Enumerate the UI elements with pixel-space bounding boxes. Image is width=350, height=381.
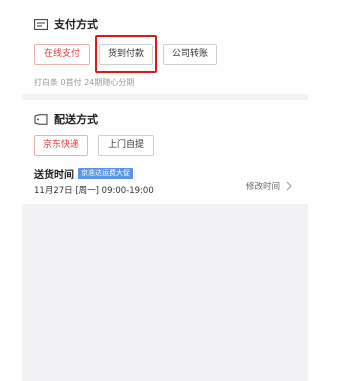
delivery-time-heading: 送货时间 京准达运费大促	[34, 166, 133, 181]
ship-option-jd-express[interactable]: 京东快递	[34, 135, 88, 156]
chevron-right-icon	[286, 181, 292, 191]
pay-option-company-transfer[interactable]: 公司转账	[163, 44, 217, 65]
payment-section-title: 支付方式	[34, 16, 98, 32]
pay-option-online[interactable]: 在线支付	[34, 44, 90, 65]
pay-option-cod[interactable]: 货到付款	[99, 44, 153, 65]
modify-time-link[interactable]: 修改时间	[246, 180, 292, 192]
delivery-time-value: 11月27日 [周一] 09:00-19:00	[34, 186, 154, 196]
delivery-time-label: 送货时间	[34, 170, 74, 181]
shipping-section-title: 配送方式	[34, 111, 98, 127]
checkout-screen: 支付方式 在线支付 货到付款 公司转账 打白条 0首付 24期随心分期 配送方式…	[0, 0, 350, 381]
installment-note: 打白条 0首付 24期随心分期	[34, 78, 135, 87]
tag-icon	[34, 113, 48, 125]
ship-option-self-pickup[interactable]: 上门自提	[98, 135, 154, 156]
modify-time-label: 修改时间	[246, 182, 281, 192]
payment-icon	[34, 18, 48, 30]
promo-badge: 京准达运费大促	[78, 168, 133, 179]
shipping-title-text: 配送方式	[54, 113, 98, 126]
payment-title-text: 支付方式	[54, 18, 98, 31]
